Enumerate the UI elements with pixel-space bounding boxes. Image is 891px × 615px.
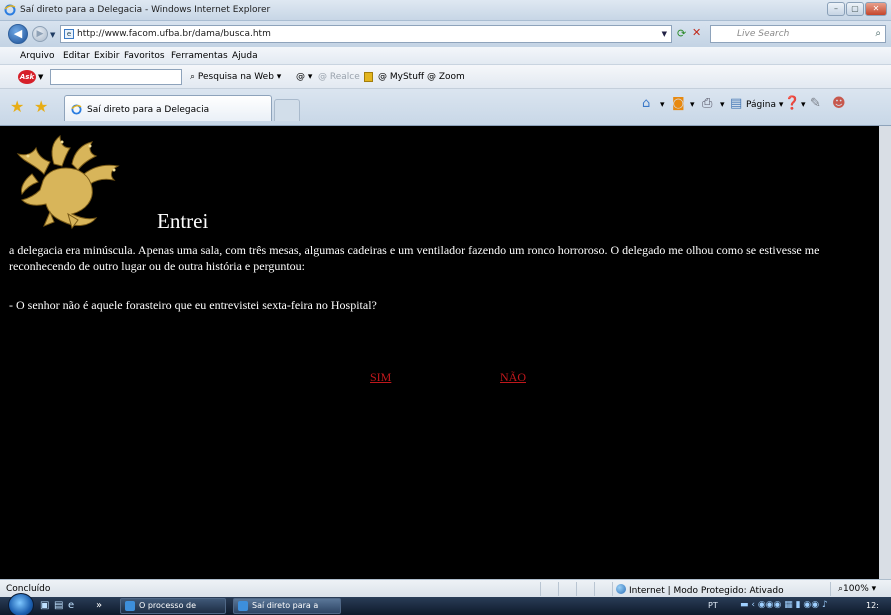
ask-search-input[interactable]: [50, 69, 182, 85]
swirl-icon: @: [296, 72, 308, 82]
page-menu-button[interactable]: Página ▾: [746, 100, 783, 110]
window-title-bar: Saí direto para a Delegacia - Windows In…: [0, 0, 891, 21]
tab-label: Saí direto para a Delegacia: [87, 105, 210, 115]
swirl-icon: @: [378, 72, 390, 82]
ie-icon: [238, 601, 248, 611]
mystuff-button[interactable]: @ MyStuff: [378, 72, 424, 82]
switch-windows-icon[interactable]: ▤: [54, 600, 63, 611]
rss-feed-icon[interactable]: ◙: [672, 96, 685, 111]
tray-icons[interactable]: ▬ ‹ ◉◉◉ ▦ ▮ ◉◉ ♪: [740, 600, 828, 610]
ask-options-button[interactable]: @ ▾: [296, 72, 312, 82]
swirl-icon: @: [427, 72, 439, 82]
print-icon[interactable]: ⎙: [702, 96, 712, 111]
page-title: Entrei: [157, 209, 209, 233]
back-button[interactable]: ◀: [8, 24, 28, 44]
menu-ajuda[interactable]: Ajuda: [232, 51, 258, 61]
status-divider: [830, 582, 831, 596]
choice-sim-link[interactable]: SIM: [370, 370, 391, 385]
menu-arquivo[interactable]: Arquivo: [20, 51, 54, 61]
messenger-icon[interactable]: ☻: [832, 96, 846, 111]
help-dropdown-icon[interactable]: ▾: [801, 100, 806, 110]
status-divider: [558, 582, 559, 596]
maximize-button[interactable]: ▢: [846, 2, 864, 16]
search-input[interactable]: Live Search: [737, 29, 789, 39]
search-web-button[interactable]: ⌕ Pesquisa na Web ▾: [190, 72, 281, 82]
status-divider: [540, 582, 541, 596]
help-icon[interactable]: ❓: [784, 96, 800, 111]
page-content: Entrei a delegacia era minúscula. Apenas…: [0, 126, 891, 579]
zoom-button[interactable]: @ Zoom: [427, 72, 465, 82]
window-title: Saí direto para a Delegacia - Windows In…: [20, 5, 271, 15]
menu-bar: Arquivo Editar Exibir Favoritos Ferramen…: [0, 47, 891, 65]
language-indicator[interactable]: PT: [708, 601, 718, 610]
tab-row: ★ ★ Saí direto para a Delegacia ⌂ ▾ ◙ ▾ …: [0, 89, 891, 126]
globe-icon: [616, 584, 626, 594]
highlight-button[interactable]: @ Realce: [318, 72, 360, 82]
choice-nao-link[interactable]: NÃO: [500, 370, 526, 385]
show-desktop-icon[interactable]: ▣: [40, 600, 49, 611]
story-question: - O senhor não é aquele forasteiro que e…: [9, 298, 377, 312]
new-tab-button[interactable]: [274, 99, 300, 121]
search-icon: ⌕: [190, 72, 198, 82]
more-quicklaunch-icon[interactable]: »: [96, 600, 102, 611]
taskbar: ▣ ▤ e » O processo de leitur... Saí dire…: [0, 593, 891, 615]
status-text: Concluído: [6, 584, 51, 594]
start-button[interactable]: [8, 593, 34, 615]
ask-toolbar: Ask ▼ ⌕ Pesquisa na Web ▾ @ ▾ @ Realce @…: [0, 65, 891, 89]
ie-icon: [4, 4, 16, 16]
feed-dropdown-icon[interactable]: ▾: [690, 100, 695, 110]
menu-favoritos[interactable]: Favoritos: [124, 51, 165, 61]
status-divider: [576, 582, 577, 596]
menu-exibir[interactable]: Exibir: [94, 51, 119, 61]
address-bar[interactable]: e http://www.facom.ufba.br/dama/busca.ht…: [60, 25, 672, 43]
security-zone[interactable]: Internet | Modo Protegido: Ativado: [616, 584, 784, 596]
ie-quicklaunch-icon[interactable]: e: [68, 600, 74, 611]
story-paragraph: a delegacia era minúscula. Apenas uma sa…: [9, 243, 820, 273]
zoom-level[interactable]: ⌕100% ▾: [838, 584, 876, 594]
add-favorites-icon[interactable]: ★: [34, 97, 48, 116]
stop-icon[interactable]: ✕: [692, 26, 701, 39]
search-icon[interactable]: ⌕: [875, 28, 881, 39]
menu-editar[interactable]: Editar: [63, 51, 90, 61]
address-dropdown-icon[interactable]: ▼: [662, 30, 667, 38]
clock[interactable]: 12:: [866, 601, 879, 610]
ask-dropdown-icon[interactable]: ▼: [38, 73, 43, 81]
research-icon[interactable]: ✎: [810, 96, 821, 111]
menu-ferramentas[interactable]: Ferramentas: [171, 51, 228, 61]
status-divider: [594, 582, 595, 596]
status-divider: [612, 582, 613, 596]
taskbar-item-ie[interactable]: Saí direto para a Del...: [233, 598, 341, 614]
page-icon[interactable]: ▤: [730, 96, 742, 111]
address-row: ◀ ▶ ▼ e http://www.facom.ufba.br/dama/bu…: [0, 21, 891, 47]
search-box[interactable]: Live Search ⌕: [710, 25, 886, 43]
status-bar: Concluído Internet | Modo Protegido: Ati…: [0, 579, 891, 597]
home-icon[interactable]: ⌂: [642, 96, 650, 111]
ask-logo[interactable]: Ask: [18, 70, 36, 84]
page-icon: e: [64, 29, 74, 39]
home-dropdown-icon[interactable]: ▾: [660, 100, 665, 110]
favorites-star-icon[interactable]: ★: [10, 97, 24, 116]
dragon-logo-image: [16, 134, 120, 230]
word-icon: [125, 601, 135, 611]
print-dropdown-icon[interactable]: ▾: [720, 100, 725, 110]
forward-button[interactable]: ▶: [32, 26, 48, 42]
ie-icon: [71, 104, 82, 115]
tab-active[interactable]: Saí direto para a Delegacia: [64, 95, 272, 121]
close-button[interactable]: ✕: [865, 2, 887, 16]
refresh-icon[interactable]: ⟳: [677, 27, 686, 40]
notepad-icon[interactable]: [364, 72, 373, 84]
recent-pages-dropdown-icon[interactable]: ▼: [50, 31, 55, 39]
address-url[interactable]: http://www.facom.ufba.br/dama/busca.htm: [77, 29, 271, 39]
minimize-button[interactable]: –: [827, 2, 845, 16]
taskbar-item-word[interactable]: O processo de leitur...: [120, 598, 226, 614]
swirl-icon: @: [318, 72, 330, 82]
